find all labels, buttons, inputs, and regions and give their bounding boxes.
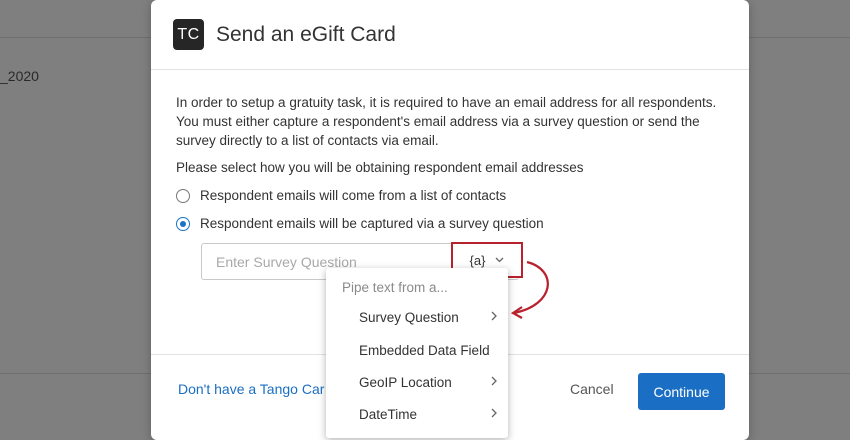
pipe-text-menu: Pipe text from a... Survey Question Embe… [326,268,508,438]
menu-item-embedded-data[interactable]: Embedded Data Field [359,343,499,358]
option-contacts-list-label: Respondent emails will come from a list … [200,188,507,203]
cancel-button[interactable]: Cancel [570,381,614,397]
menu-item-label: Survey Question [359,310,459,325]
menu-item-survey-question[interactable]: Survey Question [359,310,499,325]
annotation-arrow-icon [510,260,549,319]
radio-survey-question[interactable] [176,216,190,231]
radio-contacts-list[interactable] [176,188,190,203]
continue-button[interactable]: Continue [638,373,725,410]
modal-header: TC Send an eGift Card [151,0,749,70]
menu-item-datetime[interactable]: DateTime [359,407,499,422]
tango-card-logo: TC [173,19,204,50]
modal-description: In order to setup a gratuity task, it is… [176,95,717,148]
tango-card-link[interactable]: Don't have a Tango Card [178,381,325,397]
background-row-text: _2020 [0,68,39,84]
modal-title: Send an eGift Card [216,22,396,46]
email-source-label: Please select how you will be obtaining … [176,160,584,175]
chevron-right-icon [491,406,497,421]
menu-item-geoip-location[interactable]: GeoIP Location [359,375,499,390]
pipe-menu-header: Pipe text from a... [342,280,448,295]
option-contacts-list[interactable]: Respondent emails will come from a list … [176,188,506,203]
menu-item-label: DateTime [359,407,418,422]
piped-text-label: {a} [469,252,486,268]
option-survey-question[interactable]: Respondent emails will be captured via a… [176,216,544,231]
option-survey-question-label: Respondent emails will be captured via a… [200,216,544,231]
menu-item-label: GeoIP Location [359,375,452,390]
chevron-right-icon [491,374,497,389]
menu-item-label: Embedded Data Field [359,343,490,358]
chevron-right-icon [491,309,497,324]
